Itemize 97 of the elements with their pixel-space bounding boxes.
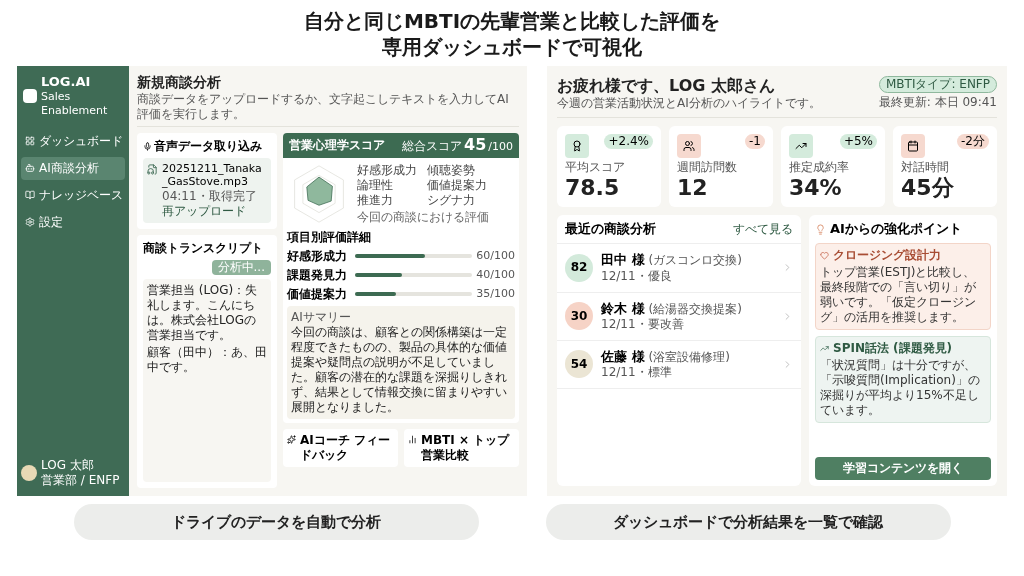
last-updated: 最終更新: 本日 09:41 <box>878 95 997 110</box>
user-role: 営業部 / ENFP <box>41 473 120 488</box>
settings-icon <box>25 217 35 228</box>
nav-item[interactable]: 設定 <box>21 210 125 234</box>
card-title: 商談トランスクリプト <box>143 241 264 256</box>
analysis-row[interactable]: 82 田中 様 (ガスコンロ交換) 12/11・優良 <box>557 244 801 293</box>
row-meta: 12/11・標準 <box>601 365 673 380</box>
radar-axis-label: シグナ力 <box>427 192 476 208</box>
customer-name: 佐藤 様 <box>601 348 645 365</box>
radar-axis-label: 論理性 <box>357 177 394 193</box>
page-title: 新規商談分析 <box>137 74 222 92</box>
chart-icon <box>408 434 417 444</box>
tip-title: クロージング設計力 <box>833 248 941 264</box>
total-label: 総合スコア <box>402 138 463 154</box>
trend-icon <box>820 344 829 354</box>
tagline: Sales Enablement <box>41 90 109 118</box>
microphone-icon <box>143 141 152 151</box>
criterion-score: 40/100 <box>476 268 515 282</box>
audio-file-icon <box>147 163 158 175</box>
headline: 専用ダッシュボードで可視化 <box>382 34 642 60</box>
card-title: 音声データ取り込み <box>154 138 262 154</box>
delta-badge: +2.4% <box>604 134 653 149</box>
learning-content-button[interactable]: 学習コンテンツを開く <box>815 457 991 480</box>
page-subtitle: 商談データをアップロードするか、文字起こしテキストを入力してAI評価を実行します。 <box>137 91 510 122</box>
caption-pill: ダッシュボードで分析結果を一覧で確認 <box>545 504 951 540</box>
radar-axis-label: 好感形成力 <box>357 162 418 178</box>
book-icon <box>25 190 35 201</box>
card-title: 営業心理学スコア <box>289 137 385 153</box>
nav-item[interactable]: AI商談分析 <box>21 156 125 180</box>
headline: 自分と同じMBTIの先輩営業と比較した評価を <box>303 8 721 34</box>
transcript-line: 営業担当 (LOG)：失礼します。こんにちは。株式会社LOGの営業担当です。 <box>147 283 259 343</box>
avatar <box>21 465 37 481</box>
file-meta: 04:11・取得完了 <box>162 189 258 204</box>
stat-value: 34% <box>789 177 843 199</box>
see-all-link[interactable]: すべて見る <box>733 221 793 237</box>
trend-icon <box>789 134 813 158</box>
caption-pill: ドライブのデータを自動で分析 <box>73 504 479 540</box>
criterion-name: 好感形成力 <box>287 248 348 264</box>
criterion-score: 35/100 <box>476 287 515 301</box>
stat-value: 78.5 <box>565 177 621 199</box>
tip-text: トップ営業(ESTJ)と比較し、最終段階での「言い切り」が弱いです。「仮定クロージング」の活用を推奨します。 <box>820 265 977 326</box>
stat-label: 推定成約率 <box>789 160 850 175</box>
logo-icon <box>23 88 37 103</box>
tip-title: SPIN話法 (課題発見) <box>833 341 953 357</box>
customer-note: (ガスコンロ交換) <box>648 253 742 269</box>
stat-label: 週間訪問数 <box>677 160 738 175</box>
card-title: MBTI × トップ営業比較 <box>421 432 511 463</box>
transcript-field[interactable]: 営業担当 (LOG)：失礼します。こんにちは。株式会社LOGの営業担当です。 顧客（田中）：あ、田中です。 <box>143 279 271 482</box>
customer-note: (浴室設備修理) <box>648 349 730 365</box>
score-max: /100 <box>488 139 513 154</box>
grid-icon <box>25 136 35 147</box>
delta-badge: +5% <box>839 134 877 149</box>
transcript-line: 顧客（田中）：あ、田中です。 <box>147 345 267 375</box>
heart-icon <box>820 251 829 261</box>
nav-item[interactable]: ナレッジベース <box>21 183 125 207</box>
total-score: 45 <box>464 136 487 153</box>
customer-note: (給湯器交換提案) <box>648 301 742 317</box>
customer-name: 鈴木 様 <box>601 300 645 317</box>
logo-text: LOG.AI <box>41 74 92 91</box>
stat-value: 12 <box>677 177 709 199</box>
row-meta: 12/11・優良 <box>601 268 673 284</box>
mbti-badge: MBTIタイプ: ENFP <box>879 76 997 93</box>
calendar-icon <box>901 134 925 158</box>
robot-icon <box>25 163 35 174</box>
radar-axis-label: 推進力 <box>357 192 394 208</box>
card-title: AIコーチ フィードバック <box>300 432 391 463</box>
greeting: お疲れ様です、LOG 太郎さん <box>557 76 776 96</box>
card-title: AIからの強化ポイント <box>830 221 962 238</box>
radar-axis-label: 価値提案力 <box>427 177 488 193</box>
reupload-link[interactable]: 再アップロード <box>162 204 267 219</box>
radar-axis-label: 傾聴姿勢 <box>427 162 476 178</box>
details-title: 項目別評価詳細 <box>287 229 372 245</box>
summary-text: 今回の商談は、顧客との関係構築は一定程度できたものの、製品の具体的な価値提案や疑問点の説明が不足していました。顧客の潜在的な課題を深掘りしきれず、結果として情報交換に留まりやすい展開となりました。 <box>291 324 508 415</box>
stat-label: 対話時間 <box>901 160 950 175</box>
summary-title: AIサマリー <box>291 309 352 325</box>
row-meta: 12/11・要改善 <box>601 316 685 332</box>
delta-badge: -1 <box>745 134 765 149</box>
users-icon <box>677 134 701 158</box>
stat-label: 平均スコア <box>565 160 626 175</box>
tip-text: 「状況質問」は十分ですが、「示唆質問(Implication)」の深掘りが平均より15%不足しています。 <box>820 358 981 419</box>
greeting-subtitle: 今週の営業活動状況とAI分析のハイライトです。 <box>557 96 821 111</box>
delta-badge: -2分 <box>957 134 989 149</box>
sparkle-icon <box>287 434 296 444</box>
analysis-row[interactable]: 54 佐藤 様 (浴室設備修理) 12/11・標準 <box>557 340 801 389</box>
analysis-row[interactable]: 30 鈴木 様 (給湯器交換提案) 12/11・要改善 <box>557 292 801 341</box>
criterion-name: 価値提案力 <box>287 286 348 302</box>
criterion-name: 課題発見力 <box>287 267 348 283</box>
radar-caption: 今回の商談における評価 <box>357 209 489 225</box>
nav-item[interactable]: ダッシュボード <box>21 129 125 153</box>
lightbulb-icon <box>815 223 826 235</box>
criterion-score: 60/100 <box>476 249 515 263</box>
file-name: 20251211_Tanaka_GasStove.mp3 <box>162 161 263 189</box>
stat-value: 45分 <box>901 177 955 199</box>
customer-name: 田中 様 <box>601 252 645 269</box>
card-title: 最近の商談分析 <box>565 221 656 238</box>
user-name: LOG 太郎 <box>41 458 95 473</box>
award-icon <box>565 134 589 158</box>
